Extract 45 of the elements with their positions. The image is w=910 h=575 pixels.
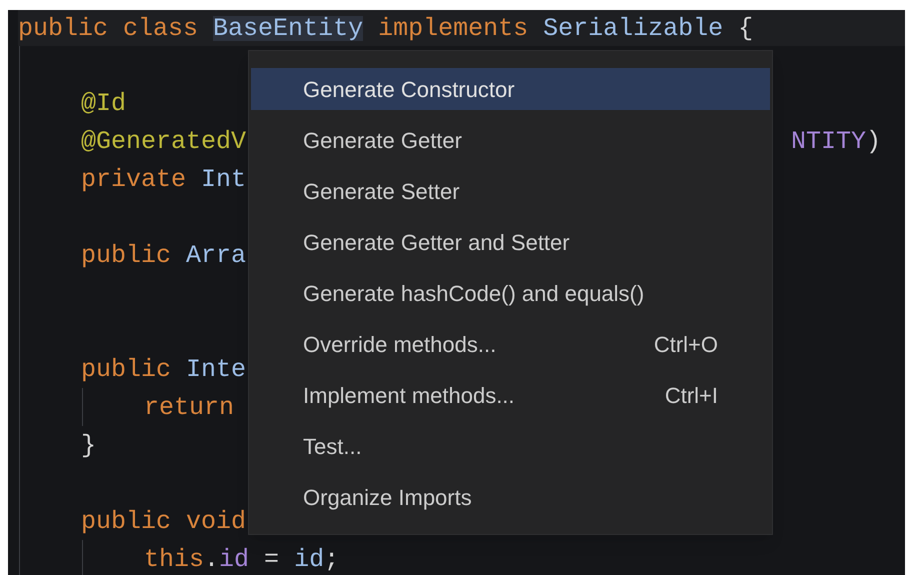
code-token: = — [263, 546, 280, 572]
code-token: public — [81, 242, 172, 268]
menu-item[interactable]: Generate Getter — [251, 119, 770, 161]
menu-item-label: Override methods... — [303, 330, 496, 358]
menu-item-label: Implement methods... — [303, 382, 515, 410]
code-token: { — [737, 16, 754, 40]
menu-item-label: Generate Constructor — [303, 76, 515, 104]
menu-item-label: Generate Getter — [303, 126, 462, 154]
code-token: public class — [18, 16, 200, 40]
menu-item-label: Generate Getter and Setter — [303, 228, 570, 256]
menu-shortcut: Ctrl+O — [654, 330, 718, 358]
code-token: ) — [866, 128, 882, 154]
code-token: @GeneratedV — [81, 128, 246, 154]
code-token: void — [186, 508, 246, 534]
code-token: } — [81, 432, 96, 458]
menu-item[interactable]: Generate hashCode() and equals() — [251, 272, 770, 314]
code-token: return — [144, 394, 234, 420]
menu-item-label: Generate hashCode() and equals() — [303, 280, 644, 308]
code-token: Arra — [186, 242, 246, 268]
code-token: . — [204, 546, 220, 572]
code-token: private — [81, 166, 188, 192]
code-token: id — [294, 546, 324, 572]
code-token: public — [81, 508, 172, 534]
code-token: @Id — [81, 90, 126, 116]
code-token: implements — [377, 16, 530, 40]
code-token: ; — [324, 546, 340, 572]
code-token: BaseEntity — [213, 16, 364, 40]
menu-item-label: Organize Imports — [303, 484, 472, 512]
menu-item[interactable]: Organize Imports — [251, 476, 770, 518]
code-token: this — [144, 546, 204, 572]
code-token: public — [81, 356, 172, 382]
menu-item[interactable]: Override methods... Ctrl+O — [251, 323, 770, 365]
menu-item[interactable]: Generate Setter — [251, 170, 770, 212]
menu-shortcut: Ctrl+I — [664, 382, 718, 410]
code-token: Inte — [186, 356, 246, 382]
code-token: Serializable — [543, 16, 724, 40]
code-token: NTITY — [791, 128, 866, 154]
menu-item[interactable]: Generate Constructor — [251, 68, 770, 110]
menu-item-label: Test... — [303, 432, 362, 460]
menu-item-label: Generate Setter — [303, 178, 460, 206]
menu-item[interactable]: Generate Getter and Setter — [251, 221, 770, 263]
menu-item[interactable]: Implement methods... Ctrl+I — [251, 374, 770, 416]
code-token: id — [219, 546, 250, 572]
menu-item[interactable]: Test... — [251, 425, 770, 467]
code-token: Int — [201, 166, 246, 192]
